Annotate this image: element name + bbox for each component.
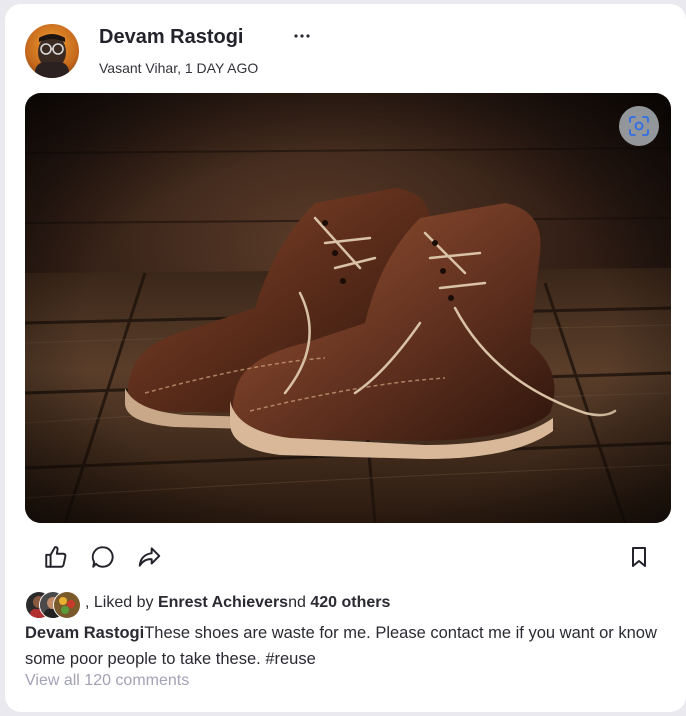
liked-by-text: , Liked by Enrest Achieversnd 420 others — [85, 594, 390, 612]
share-icon — [136, 544, 163, 575]
like-button[interactable] — [41, 544, 71, 574]
bookmark-icon — [627, 544, 651, 575]
likers-avatars[interactable] — [25, 591, 89, 619]
comment-icon — [90, 544, 116, 575]
liker-avatar — [53, 591, 81, 619]
caption-author[interactable]: Devam Rastogi — [25, 624, 144, 642]
share-button[interactable] — [134, 544, 164, 574]
post-location-time: Vasant Vihar, 1 DAY AGO — [99, 60, 259, 76]
author-avatar[interactable] — [25, 24, 79, 78]
post-image[interactable] — [25, 93, 671, 523]
liked-by-prefix: , Liked by — [85, 594, 158, 611]
scan-icon[interactable] — [619, 106, 659, 146]
view-all-comments-link[interactable]: View all 120 comments — [25, 672, 189, 690]
likes-others-count[interactable]: 420 others — [310, 594, 390, 611]
more-options-icon[interactable] — [291, 24, 313, 44]
comment-button[interactable] — [88, 544, 118, 574]
post-caption: Devam RastogiThese shoes are waste for m… — [25, 620, 665, 672]
author-name[interactable]: Devam Rastogi — [99, 26, 244, 49]
post-card: Devam Rastogi Vasant Vihar, 1 DAY AGO , … — [5, 4, 686, 712]
liked-by-connector: nd — [288, 594, 311, 611]
save-button[interactable] — [624, 544, 654, 574]
thumbs-up-icon — [43, 544, 69, 575]
liked-by-name[interactable]: Enrest Achievers — [158, 594, 288, 611]
